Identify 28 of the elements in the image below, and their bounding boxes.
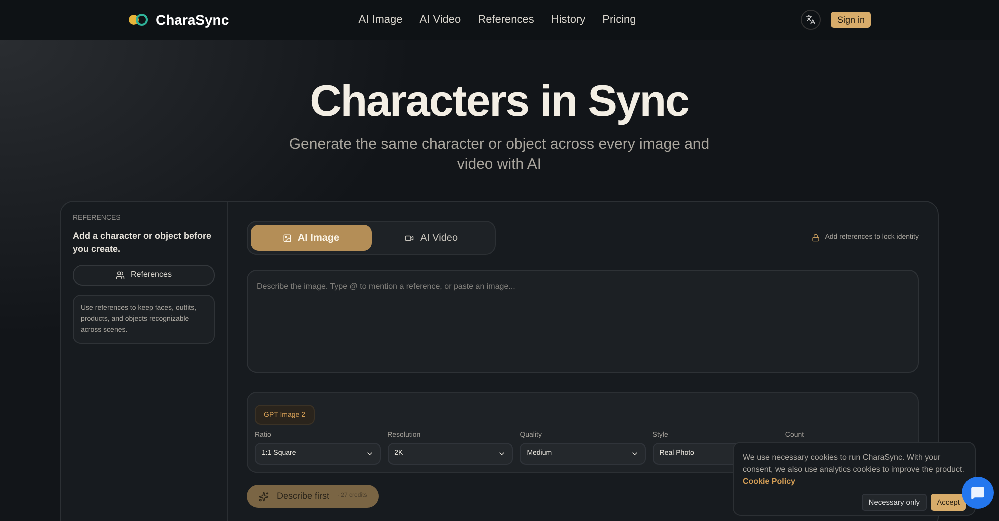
cookie-policy-link[interactable]: Cookie Policy: [743, 477, 796, 486]
lock-icon: [812, 234, 820, 242]
nav-link[interactable]: History: [551, 12, 586, 28]
brand-name: CharaSync: [156, 10, 230, 30]
nav-link[interactable]: Pricing: [602, 12, 636, 28]
nav-link[interactable]: References: [478, 12, 534, 28]
nav-link[interactable]: AI Image: [358, 12, 403, 28]
generate-label: Describe first: [277, 490, 330, 503]
references-button[interactable]: References: [73, 264, 215, 286]
logo-icon: [128, 14, 148, 26]
video-camera-icon: [405, 234, 414, 242]
mode-tab[interactable]: AI Video: [372, 225, 492, 251]
nav-link[interactable]: AI Video: [420, 12, 462, 28]
chevron-down-icon: [366, 450, 374, 458]
chevron-down-icon: [630, 450, 639, 458]
translate-icon: [806, 15, 816, 25]
sparkles-icon: [259, 492, 269, 502]
people-icon: [116, 270, 126, 280]
hero-title: Characters in Sync: [310, 76, 689, 128]
chat-bubble-icon: [971, 486, 985, 500]
chevron-down-icon: [498, 450, 506, 458]
sidebar-heading: Add a character or object before you create.: [73, 230, 213, 256]
language-button[interactable]: [801, 10, 822, 30]
hero-subtitle: Generate the same character or object across every image and video with AI: [288, 135, 711, 175]
prompt-field[interactable]: Describe the image. Type @ to mention a reference, or paste an image...: [247, 270, 919, 373]
image-icon: [282, 234, 292, 242]
sign-in-button[interactable]: Sign in: [831, 12, 871, 28]
chat-button[interactable]: [962, 477, 994, 509]
